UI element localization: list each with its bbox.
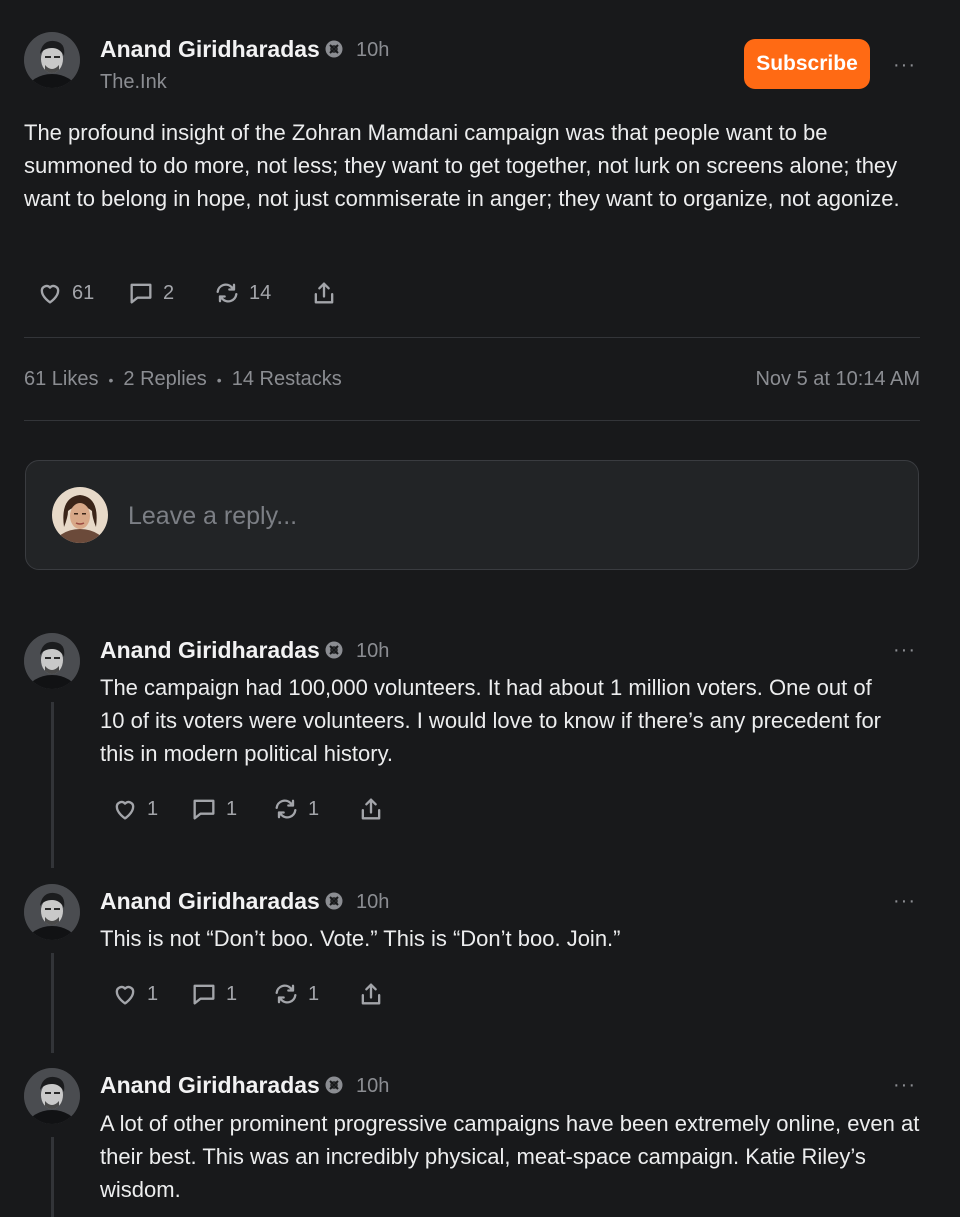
verified-badge-icon — [325, 40, 343, 58]
verified-badge-icon — [325, 641, 343, 659]
comment-button[interactable]: 1 — [190, 795, 237, 823]
share-button[interactable] — [310, 279, 338, 307]
author-avatar[interactable] — [24, 1068, 80, 1124]
like-count: 61 — [72, 281, 95, 304]
restack-button[interactable]: 14 — [213, 279, 271, 307]
divider — [24, 420, 920, 421]
publication-name[interactable]: The.Ink — [100, 71, 167, 94]
share-button[interactable] — [357, 980, 385, 1008]
more-options-icon[interactable]: ··· — [893, 1075, 916, 1095]
share-button[interactable] — [357, 795, 385, 823]
author-avatar[interactable] — [24, 884, 80, 940]
reply-composer[interactable] — [25, 460, 919, 570]
restack-icon — [275, 984, 297, 1004]
comment-button[interactable]: 1 — [190, 980, 237, 1008]
like-button[interactable]: 1 — [111, 980, 158, 1008]
comment-text: The campaign had 100,000 volunteers. It … — [100, 675, 881, 766]
comment-icon — [130, 283, 152, 304]
replies-stat[interactable]: 2 Replies — [123, 368, 206, 391]
thread-line — [51, 953, 54, 1053]
restack-button[interactable]: 1 — [272, 980, 319, 1008]
heart-icon — [40, 284, 60, 304]
comment-time: 10h — [356, 640, 390, 662]
heart-icon — [115, 985, 135, 1005]
comment-time: 10h — [356, 1075, 390, 1097]
like-button[interactable]: 61 — [36, 279, 94, 307]
verified-badge-icon — [325, 892, 343, 910]
likes-stat[interactable]: 61 Likes — [24, 368, 99, 391]
thread-line — [51, 702, 54, 868]
subscribe-button[interactable]: Subscribe — [744, 39, 870, 89]
reply-input[interactable] — [126, 497, 890, 535]
comment-icon — [193, 799, 215, 820]
separator: • — [216, 371, 222, 388]
comment-time: 10h — [356, 891, 390, 913]
post-time: 10h — [356, 39, 390, 61]
restack-icon — [216, 283, 238, 303]
comment-count: 1 — [226, 982, 238, 1005]
comment-text: A lot of other prominent progressive cam… — [100, 1111, 920, 1202]
restack-count: 14 — [249, 281, 272, 304]
post-date: Nov 5 at 10:14 AM — [755, 368, 920, 390]
divider — [24, 337, 920, 338]
post-text: The profound insight of the Zohran Mamda… — [24, 120, 900, 211]
more-options-icon[interactable]: ··· — [893, 640, 916, 660]
comment-button[interactable]: 2 — [127, 279, 174, 307]
like-button[interactable]: 1 — [111, 795, 158, 823]
post-stats: 61 Likes • 2 Replies • 14 Restacks — [24, 368, 342, 391]
share-icon — [314, 282, 334, 304]
restack-icon — [275, 799, 297, 819]
heart-icon — [115, 800, 135, 820]
comment-text: This is not “Don’t boo. Vote.” This is “… — [100, 926, 621, 951]
comment-author-name[interactable]: Anand Giridharadas — [100, 1072, 320, 1099]
comment-count: 2 — [163, 281, 175, 304]
share-icon — [361, 798, 381, 820]
comment-count: 1 — [226, 797, 238, 820]
comment-author-name[interactable]: Anand Giridharadas — [100, 888, 320, 915]
separator: • — [108, 371, 114, 388]
restack-button[interactable]: 1 — [272, 795, 319, 823]
restacks-stat[interactable]: 14 Restacks — [232, 368, 342, 391]
comment-author-name[interactable]: Anand Giridharadas — [100, 637, 320, 664]
author-avatar[interactable] — [24, 32, 80, 88]
author-avatar[interactable] — [24, 633, 80, 689]
author-name[interactable]: Anand Giridharadas — [100, 36, 320, 63]
restack-count: 1 — [308, 982, 320, 1005]
like-count: 1 — [147, 982, 159, 1005]
verified-badge-icon — [325, 1076, 343, 1094]
more-options-icon[interactable]: ··· — [893, 55, 916, 75]
comment-icon — [193, 984, 215, 1005]
restack-count: 1 — [308, 797, 320, 820]
thread-line — [51, 1137, 54, 1217]
more-options-icon[interactable]: ··· — [893, 891, 916, 911]
like-count: 1 — [147, 797, 159, 820]
current-user-avatar — [52, 487, 108, 543]
share-icon — [361, 983, 381, 1005]
